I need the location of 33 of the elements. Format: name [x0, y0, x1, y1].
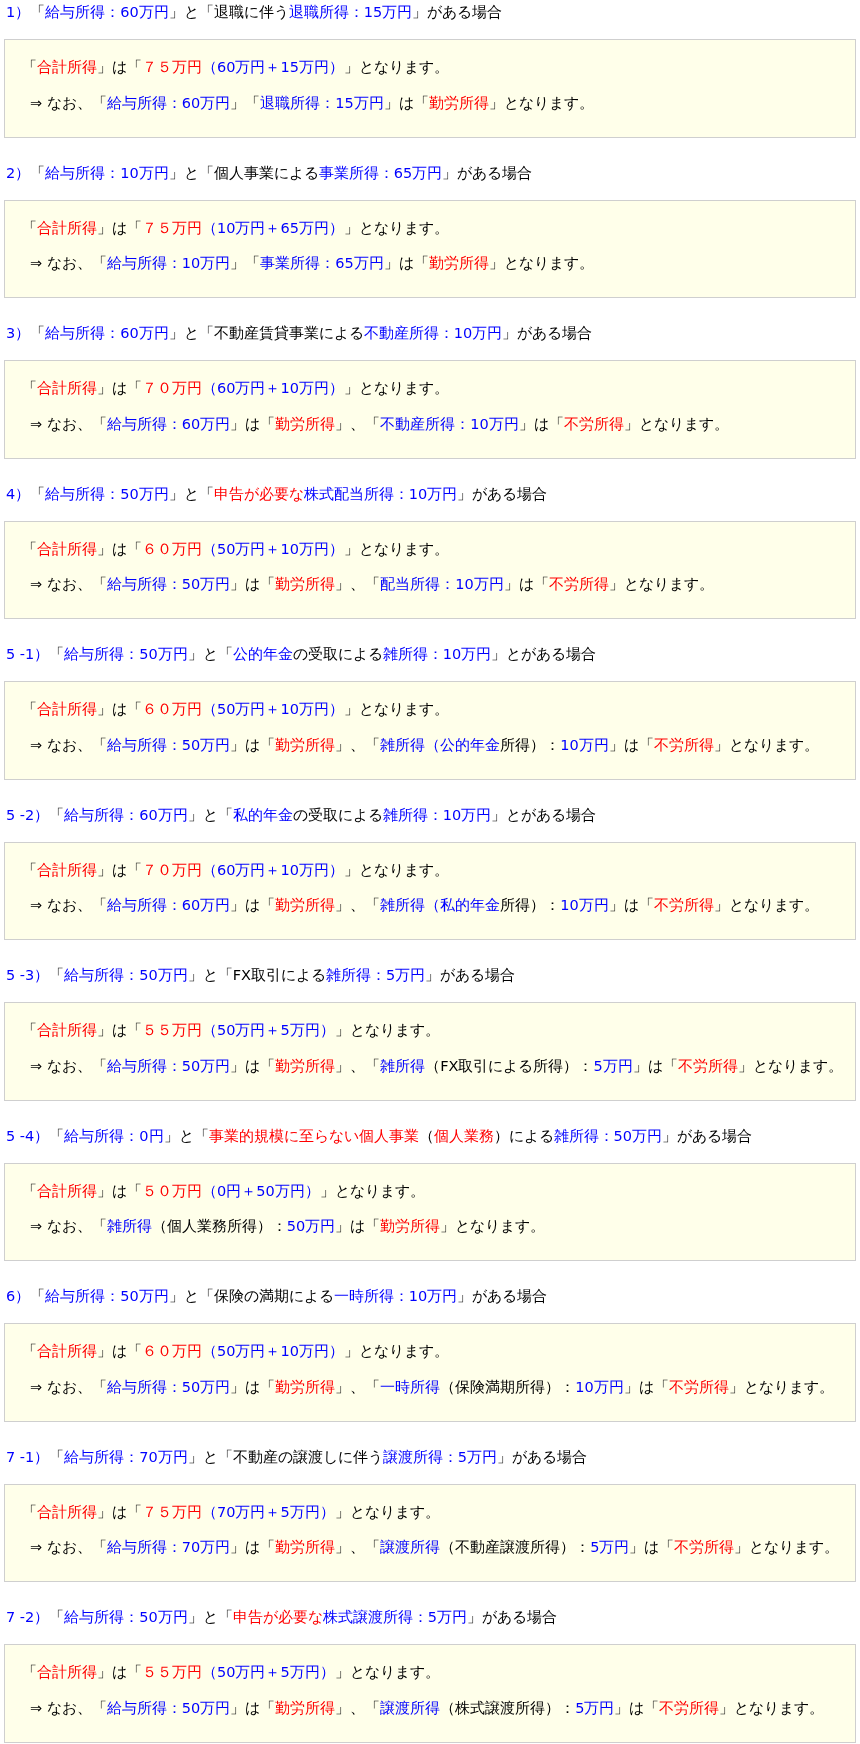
case-heading: 5 -3）「給与所得：50万円」と「FX取引による雑所得：5万円」がある場合: [5, 966, 517, 985]
case-heading: 7 -1）「給与所得：70万円」と「不動産の譲渡しに伴う 譲渡所得：5万円」がある場合: [5, 1447, 588, 1467]
total-income-text: 「合計所得」は「７０万円（60万円＋10万円）」となります。: [22, 860, 450, 880]
note-text: ⇒ なお、「給与所得：50万円」は「勤労所得」、「譲渡所得（株式譲渡所得）：5万円」は「不労所得」となります。: [29, 1698, 826, 1718]
case-heading: 1）「給与所得：60万円」と「退職に伴う 退職所得：15万円」がある場合: [5, 3, 504, 22]
total-income-text: 「合計所得」は「７５万円（10万円＋65万円）」となります。: [22, 218, 450, 238]
total-income-text: 「合計所得」は「５０万円（0円＋50万円）」となります。: [22, 1181, 426, 1201]
note-text: ⇒ なお、「給与所得：60万円」「退職所得：15万円」は「勤労所得」となります。: [29, 93, 595, 113]
total-income-text: 「合計所得」は「７５万円（60万円＋15万円）」となります。: [22, 58, 450, 77]
case-heading: 7 -2）「給与所得：50万円」と「申告が必要な株式譲渡所得：5万円」がある場合: [5, 1608, 558, 1627]
note-text: ⇒ なお、「給与所得：50万円」は「勤労所得」、「配当所得：10万円」は「不労所得」となります。: [29, 575, 715, 594]
note-text: ⇒ なお、「給与所得：50万円」は「勤労所得」、「雑所得（FX取引による所得）：5万円」は「不労所得」となります。: [29, 1056, 844, 1076]
total-income-text: 「合計所得」は「６０万円（50万円＋10万円）」となります。: [22, 539, 450, 559]
case-heading: 3）「給与所得：60万円」と「不動産賃貸事業による不動産所得：10万円」がある場合: [5, 324, 594, 343]
note-text: ⇒ なお、「給与所得：50万円」は「勤労所得」、「一時所得（保険満期所得）：10万円」は「不労所得」となります。: [29, 1377, 835, 1397]
total-income-text: 「合計所得」は「５５万円（50万円＋5万円）」となります。: [22, 1021, 441, 1040]
note-text: ⇒ なお、「給与所得：10万円」「事業所得：65万円」は「勤労所得」となります。: [29, 254, 595, 273]
case-heading: 2）「給与所得：10万円」と「個人事業による事業所得：65万円」がある場合: [5, 163, 534, 183]
total-income-text: 「合計所得」は「６０万円（50万円＋10万円）」となります。: [22, 1342, 450, 1361]
total-income-text: 「合計所得」は「６０万円（50万円＋10万円）」となります。: [22, 700, 450, 719]
note-text: ⇒ なお、「給与所得：50万円」は「勤労所得」、「雑所得（公的年金所得）：10万円」は「不労所得」となります。: [29, 735, 820, 755]
case-heading: 4）「給与所得：50万円」と「申告が必要な株式配当所得：10万円」がある場合: [5, 484, 549, 504]
case-heading: 5 -4）「給与所得：0円」と「事業的規模に至らない個人事業（個人業務）による雑所得：50万円」がある場合: [5, 1126, 753, 1146]
case-heading: 6）「給与所得：50万円」と「保険の満期による一時所得：10万円」がある場合: [5, 1287, 549, 1306]
total-income-text: 「合計所得」は「７５万円（70万円＋5万円）」となります。: [22, 1502, 441, 1522]
note-text: ⇒ なお、「給与所得：60万円」は「勤労所得」、「雑所得（私的年金所得）：10万円」は「不労所得」となります。: [29, 896, 820, 915]
note-text: ⇒ なお、「給与所得：70万円」は「勤労所得」、「譲渡所得（不動産譲渡所得）：5万円」は「不労所得」となります。: [29, 1538, 841, 1557]
total-income-text: 「合計所得」は「７０万円（60万円＋10万円）」となります。: [22, 379, 450, 398]
note-text: ⇒ なお、「給与所得：60万円」は「勤労所得」、「不動産所得：10万円」は「不労所得」となります。: [29, 414, 730, 434]
note-text: ⇒ なお、「雑所得（個人業務所得）：50万円」は「勤労所得」となります。: [29, 1217, 547, 1236]
case-heading: 5 -2）「給与所得：60万円」と「私的年金の受取による雑所得：10万円」とがある場合: [5, 805, 598, 825]
case-heading: 5 -1）「給与所得：50万円」と「公的年金の受取による雑所得：10万円」とがある場合: [5, 645, 598, 664]
total-income-text: 「合計所得」は「５５万円（50万円＋5万円）」となります。: [22, 1663, 441, 1682]
